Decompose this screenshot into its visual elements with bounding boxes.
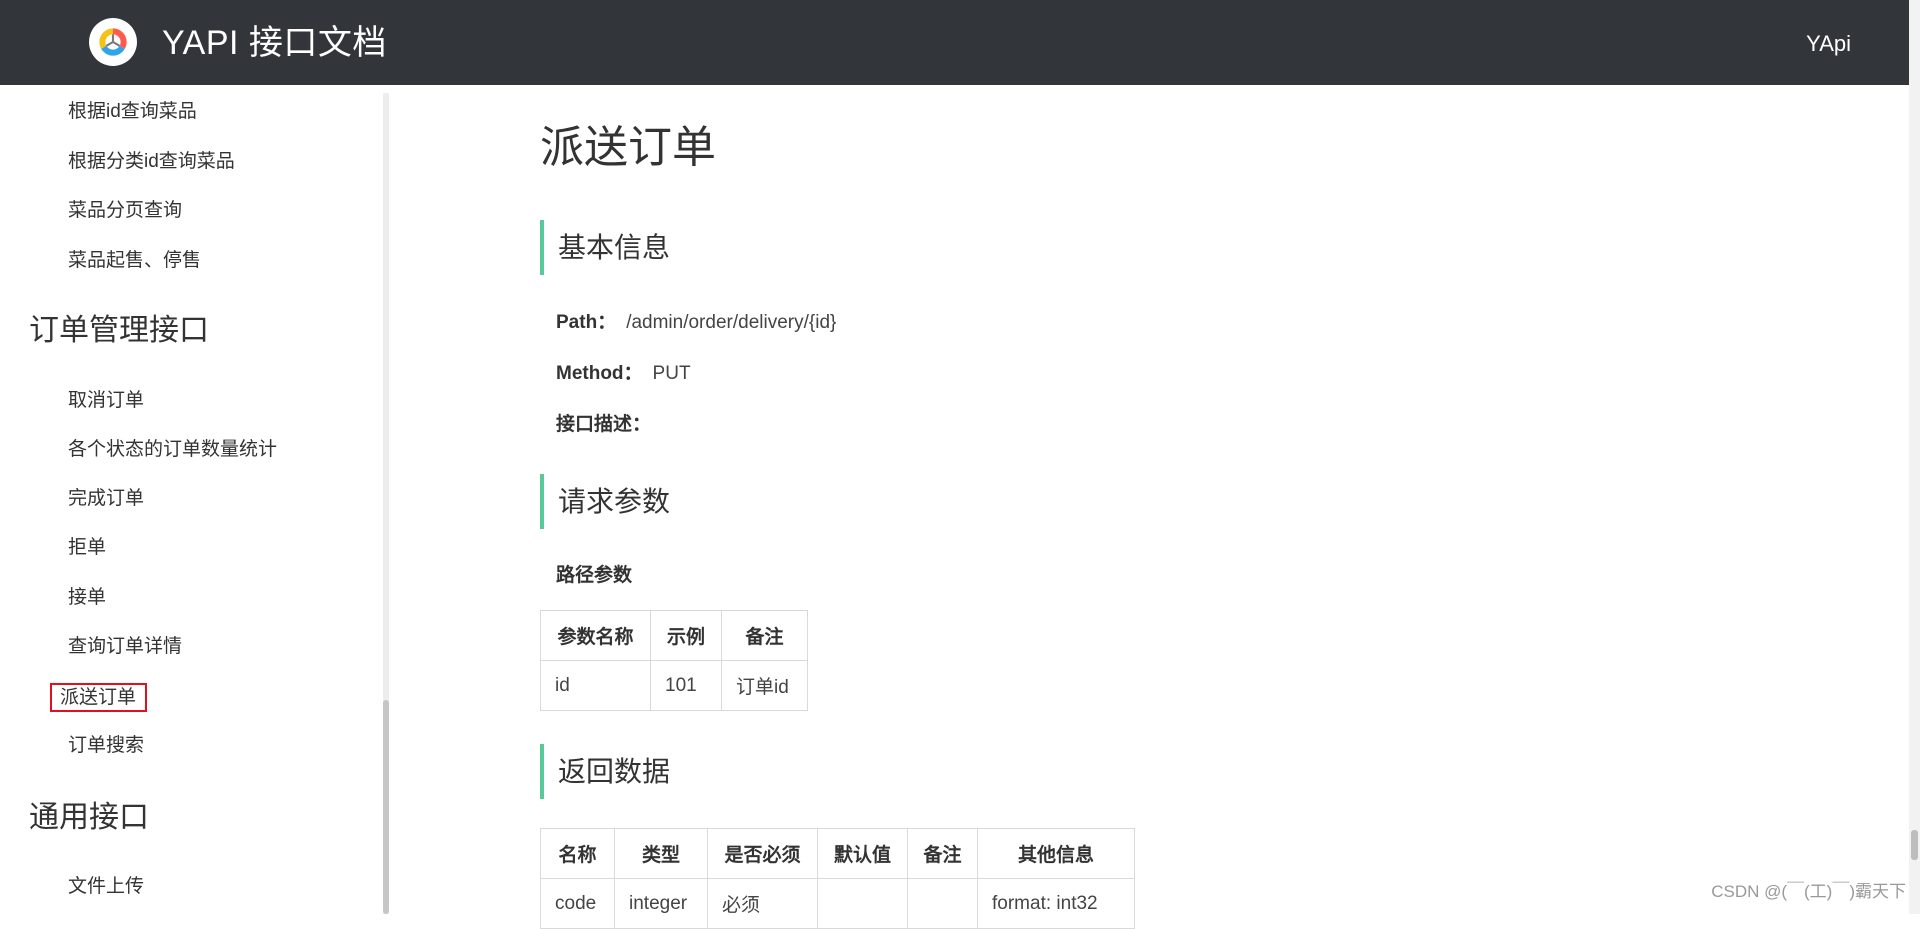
path-params-label: 路径参数 bbox=[556, 565, 633, 586]
section-basic-info: 基本信息 bbox=[540, 220, 670, 275]
column-header: 名称 bbox=[540, 828, 615, 879]
table-cell bbox=[907, 878, 978, 929]
sidebar-item-delivery-order[interactable]: 派送订单 bbox=[50, 683, 148, 712]
column-header: 是否必须 bbox=[707, 828, 818, 879]
column-header: 其他信息 bbox=[977, 828, 1135, 879]
table-cell: format: int32 bbox=[977, 878, 1135, 929]
yapi-logo-icon[interactable] bbox=[89, 18, 137, 66]
path-params-table: 参数名称 示例 备注 id 101 订单id bbox=[540, 610, 808, 711]
main-content: 派送订单 基本信息 Path： /admin/order/delivery/{id… bbox=[540, 85, 1840, 929]
header-yapi-link[interactable]: YApi bbox=[1806, 30, 1851, 58]
sidebar-item-query-dish-by-category[interactable]: 根据分类id查询菜品 bbox=[60, 148, 243, 176]
sidebar-nav: 根据id查询菜品 根据分类id查询菜品 菜品分页查询 菜品起售、停售 订单管理接… bbox=[0, 85, 380, 914]
description-label: 接口描述： bbox=[556, 414, 652, 435]
column-header: 备注 bbox=[907, 828, 978, 879]
sidebar-item-order-search[interactable]: 订单搜索 bbox=[60, 732, 152, 760]
sidebar-item-complete-order[interactable]: 完成订单 bbox=[60, 485, 152, 513]
sidebar-item-dish-status[interactable]: 菜品起售、停售 bbox=[60, 247, 209, 275]
page-title: 派送订单 bbox=[540, 123, 716, 172]
app-title[interactable]: YAPI 接口文档 bbox=[162, 22, 387, 64]
column-header: 默认值 bbox=[817, 828, 908, 879]
table-header-row: 参数名称 示例 备注 bbox=[540, 610, 808, 661]
column-header: 备注 bbox=[721, 610, 808, 661]
table-cell bbox=[817, 878, 908, 929]
sidebar-group-common[interactable]: 通用接口 bbox=[29, 799, 149, 837]
table-cell: 订单id bbox=[721, 660, 808, 711]
page-scrollbar-thumb[interactable] bbox=[1911, 830, 1918, 860]
sidebar-item-cancel-order[interactable]: 取消订单 bbox=[60, 387, 152, 415]
sidebar-item-query-dish-by-id[interactable]: 根据id查询菜品 bbox=[60, 98, 205, 126]
column-header: 类型 bbox=[614, 828, 708, 879]
table-cell: 必须 bbox=[707, 878, 818, 929]
sidebar-scrollbar-thumb[interactable] bbox=[383, 700, 389, 914]
description-row: 接口描述： bbox=[556, 413, 651, 437]
column-header: 参数名称 bbox=[540, 610, 651, 661]
path-label: Path： bbox=[556, 312, 617, 333]
path-row: Path： /admin/order/delivery/{id} bbox=[556, 311, 836, 335]
table-header-row: 名称 类型 是否必须 默认值 备注 其他信息 bbox=[540, 828, 1135, 879]
sidebar-group-order[interactable]: 订单管理接口 bbox=[29, 312, 209, 350]
path-value: /admin/order/delivery/{id} bbox=[626, 312, 837, 333]
table-cell: integer bbox=[614, 878, 708, 929]
sidebar-item-dish-page-query[interactable]: 菜品分页查询 bbox=[60, 197, 190, 225]
table-row: code integer 必须 format: int32 bbox=[540, 878, 1135, 929]
sidebar-item-file-upload[interactable]: 文件上传 bbox=[60, 873, 152, 901]
method-row: Method： PUT bbox=[556, 362, 691, 386]
sidebar-item-reject-order[interactable]: 拒单 bbox=[60, 534, 114, 562]
app-header: YAPI 接口文档 YApi bbox=[0, 0, 1909, 85]
section-request-params: 请求参数 bbox=[540, 474, 670, 529]
table-row: id 101 订单id bbox=[540, 660, 808, 711]
yapi-logo-icon bbox=[99, 28, 127, 56]
sidebar-item-order-details[interactable]: 查询订单详情 bbox=[60, 633, 190, 661]
table-cell: code bbox=[540, 878, 615, 929]
page-scrollbar-track[interactable] bbox=[1909, 0, 1920, 914]
method-label: Method： bbox=[556, 363, 643, 384]
sidebar-item-order-statistics[interactable]: 各个状态的订单数量统计 bbox=[60, 436, 285, 464]
method-value: PUT bbox=[652, 363, 691, 384]
table-cell: 101 bbox=[650, 660, 722, 711]
table-cell: id bbox=[540, 660, 651, 711]
sidebar-item-accept-order[interactable]: 接单 bbox=[60, 584, 114, 612]
column-header: 示例 bbox=[650, 610, 722, 661]
section-response: 返回数据 bbox=[540, 744, 670, 799]
csdn-watermark: CSDN @(￣(工)￣)霸天下 bbox=[1711, 882, 1906, 901]
